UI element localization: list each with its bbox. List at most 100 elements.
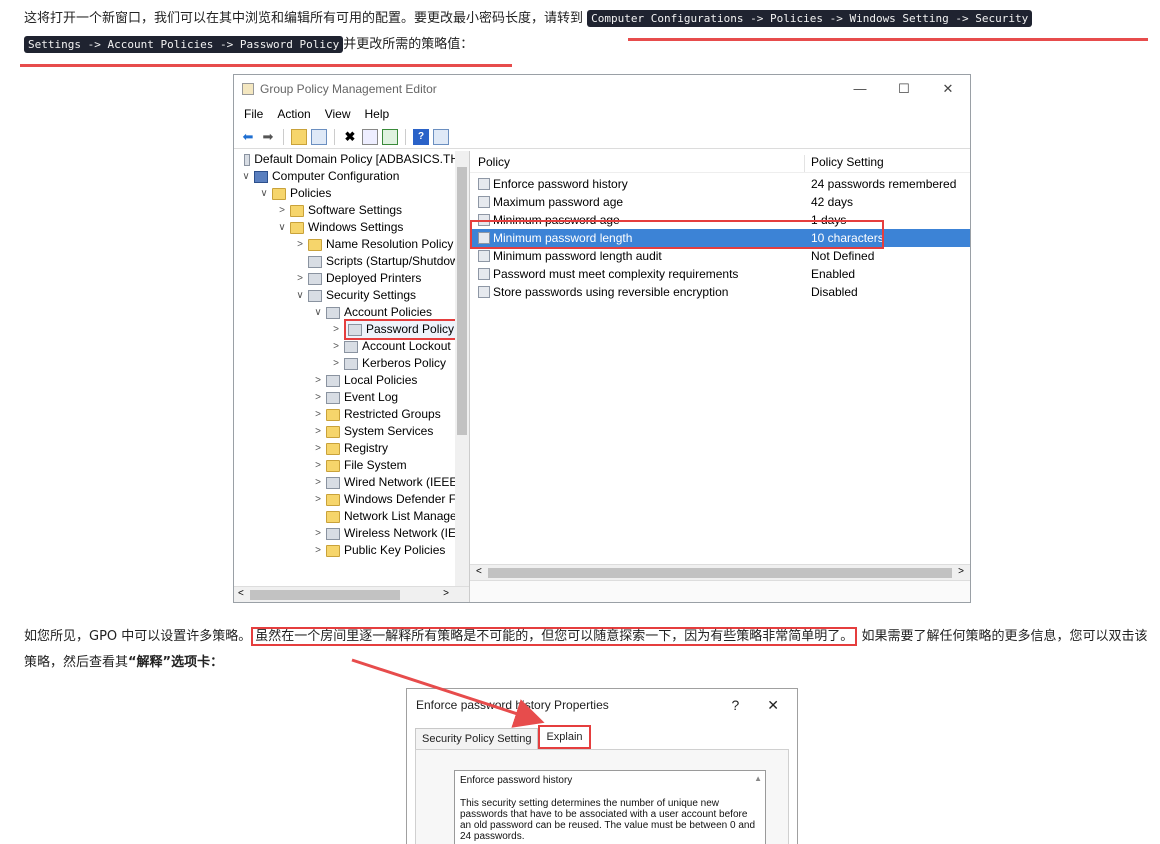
show-hide-tree-icon[interactable]: [311, 128, 327, 145]
tree-item[interactable]: > File System: [234, 457, 469, 474]
gpo-editor-window: Group Policy Management Editor — ☐ ✕ Fil…: [233, 74, 971, 603]
selected-tree-item-box[interactable]: Password Policy: [344, 319, 459, 340]
console-tree: Default Domain Policy [ADBASICS.THM ∨ Comp…: [234, 151, 470, 602]
tree-item[interactable]: > Registry: [234, 440, 469, 457]
tree-item[interactable]: > Deployed Printers: [234, 270, 469, 287]
policy-row[interactable]: Maximum password age 42 days: [470, 193, 970, 211]
dialog-help-button[interactable]: ?: [731, 697, 739, 714]
folder-icon: [272, 187, 286, 200]
policy-row[interactable]: Minimum password length 10 characters: [470, 229, 970, 247]
tab-security-policy-setting[interactable]: Security Policy Setting: [415, 728, 539, 749]
properties-icon[interactable]: [362, 128, 378, 145]
expand-chevron-icon[interactable]: >: [310, 474, 326, 491]
folder-icon: [326, 425, 340, 438]
tab-explain[interactable]: Explain: [538, 725, 591, 749]
expand-chevron-icon[interactable]: >: [310, 457, 326, 474]
expand-chevron-icon[interactable]: ∨: [292, 287, 308, 304]
policy-row[interactable]: Minimum password age 1 days: [470, 211, 970, 229]
export-list-icon[interactable]: [382, 128, 398, 145]
policy-row[interactable]: Minimum password length audit Not Defined: [470, 247, 970, 265]
expand-chevron-icon[interactable]: >: [328, 321, 344, 338]
tree-item[interactable]: ∨ Security Settings: [234, 287, 469, 304]
folder-icon: [290, 204, 304, 217]
expand-chevron-icon[interactable]: >: [310, 406, 326, 423]
policy-name: Store passwords using reversible encrypt…: [493, 285, 729, 299]
policy-icon: [344, 357, 358, 370]
policy-icon: [326, 391, 340, 404]
tree-item[interactable]: > Kerberos Policy: [234, 355, 469, 372]
minimize-button[interactable]: —: [838, 81, 882, 97]
view-icon[interactable]: [433, 128, 449, 145]
tree-item[interactable]: > Event Log: [234, 389, 469, 406]
tree-item[interactable]: Network List Manage: [234, 508, 469, 525]
tree-item[interactable]: Scripts (Startup/Shutdow: [234, 253, 469, 270]
expand-chevron-icon[interactable]: >: [310, 542, 326, 559]
tree-item[interactable]: Default Domain Policy [ADBASICS.THM: [234, 151, 469, 168]
gpo-title: Group Policy Management Editor: [260, 82, 437, 96]
expand-chevron-icon[interactable]: >: [310, 372, 326, 389]
close-button[interactable]: ✕: [926, 81, 970, 97]
tree-item-label: Default Domain Policy [ADBASICS.THM: [254, 152, 469, 166]
tree-item[interactable]: > Local Policies: [234, 372, 469, 389]
dialog-close-button[interactable]: ✕: [767, 697, 779, 714]
explain-textbox[interactable]: ▲ Enforce password history This security…: [454, 770, 766, 844]
up-folder-icon[interactable]: [291, 128, 307, 145]
expand-chevron-icon[interactable]: >: [274, 202, 290, 219]
expand-chevron-icon[interactable]: ∨: [256, 185, 272, 202]
tree-item[interactable]: > Wired Network (IEEE 8: [234, 474, 469, 491]
tree-item-label: Deployed Printers: [326, 271, 422, 285]
expand-chevron-icon[interactable]: >: [310, 525, 326, 542]
path-code-2: Settings -> Account Policies -> Password…: [24, 36, 344, 53]
menu-action[interactable]: Action: [277, 107, 310, 121]
tree-item[interactable]: > Wireless Network (IEE: [234, 525, 469, 542]
tree-item[interactable]: > System Services: [234, 423, 469, 440]
list-horizontal-scrollbar[interactable]: < >: [470, 564, 970, 580]
tree-item[interactable]: > Public Key Policies: [234, 542, 469, 559]
path-code-1: Computer Configurations -> Policies -> W…: [587, 10, 1033, 27]
help-icon[interactable]: ?: [413, 128, 429, 145]
back-arrow-icon[interactable]: ⬅: [240, 129, 256, 145]
tree-vertical-scrollbar[interactable]: [455, 151, 469, 586]
intro-paragraph: 这将打开一个新窗口，我们可以在其中浏览和编辑所有可用的配置。要更改最小密码长度，…: [24, 6, 1154, 58]
scroll-up-icon[interactable]: ▲: [754, 773, 762, 784]
expand-chevron-icon[interactable]: ∨: [238, 168, 254, 185]
expand-chevron-icon[interactable]: >: [310, 423, 326, 440]
tree-item-label: System Services: [344, 424, 434, 438]
expand-chevron-icon[interactable]: >: [328, 355, 344, 372]
policy-icon: [243, 153, 251, 166]
tree-item[interactable]: ∨ Computer Configuration: [234, 168, 469, 185]
policy-name: Minimum password length: [493, 231, 633, 245]
tree-horizontal-scrollbar[interactable]: < >: [234, 586, 469, 602]
policy-row[interactable]: Password must meet complexity requiremen…: [470, 265, 970, 283]
menu-file[interactable]: File: [244, 107, 263, 121]
policy-row[interactable]: Enforce password history 24 passwords rem…: [470, 175, 970, 193]
tree-item[interactable]: ∨ Policies: [234, 185, 469, 202]
expand-chevron-icon[interactable]: >: [292, 236, 308, 253]
tree-item[interactable]: > Software Settings: [234, 202, 469, 219]
expand-chevron-icon[interactable]: ∨: [274, 219, 290, 236]
menu-view[interactable]: View: [325, 107, 351, 121]
forward-arrow-icon[interactable]: ➡: [260, 129, 276, 145]
policy-row[interactable]: Store passwords using reversible encrypt…: [470, 283, 970, 301]
tree-item[interactable]: ∨ Windows Settings: [234, 219, 469, 236]
tree-item[interactable]: > Name Resolution Policy: [234, 236, 469, 253]
expand-chevron-icon[interactable]: >: [310, 440, 326, 457]
highlighted-sentence: 虽然在一个房间里逐一解释所有策略是不可能的，但您可以随意探索一下，因为有些策略非…: [251, 627, 858, 646]
expand-chevron-icon[interactable]: >: [328, 338, 344, 355]
delete-icon[interactable]: ✖: [342, 129, 358, 145]
maximize-button[interactable]: ☐: [882, 81, 926, 97]
expand-chevron-icon[interactable]: ∨: [310, 304, 326, 321]
tree-item[interactable]: > Password Policy: [234, 319, 469, 340]
expand-chevron-icon[interactable]: >: [310, 491, 326, 508]
column-policy-setting[interactable]: Policy Setting: [805, 155, 884, 172]
column-policy[interactable]: Policy: [470, 155, 805, 172]
policy-setting-value: Disabled: [811, 285, 858, 299]
menu-help[interactable]: Help: [365, 107, 390, 121]
tree-item[interactable]: > Windows Defender Fi: [234, 491, 469, 508]
expand-chevron-icon[interactable]: >: [310, 389, 326, 406]
tree-item[interactable]: > Account Lockout: [234, 338, 469, 355]
policy-setting-value: 1 days: [811, 213, 847, 227]
expand-chevron-icon[interactable]: >: [292, 270, 308, 287]
tree-item[interactable]: > Restricted Groups: [234, 406, 469, 423]
policy-icon: [344, 340, 358, 353]
